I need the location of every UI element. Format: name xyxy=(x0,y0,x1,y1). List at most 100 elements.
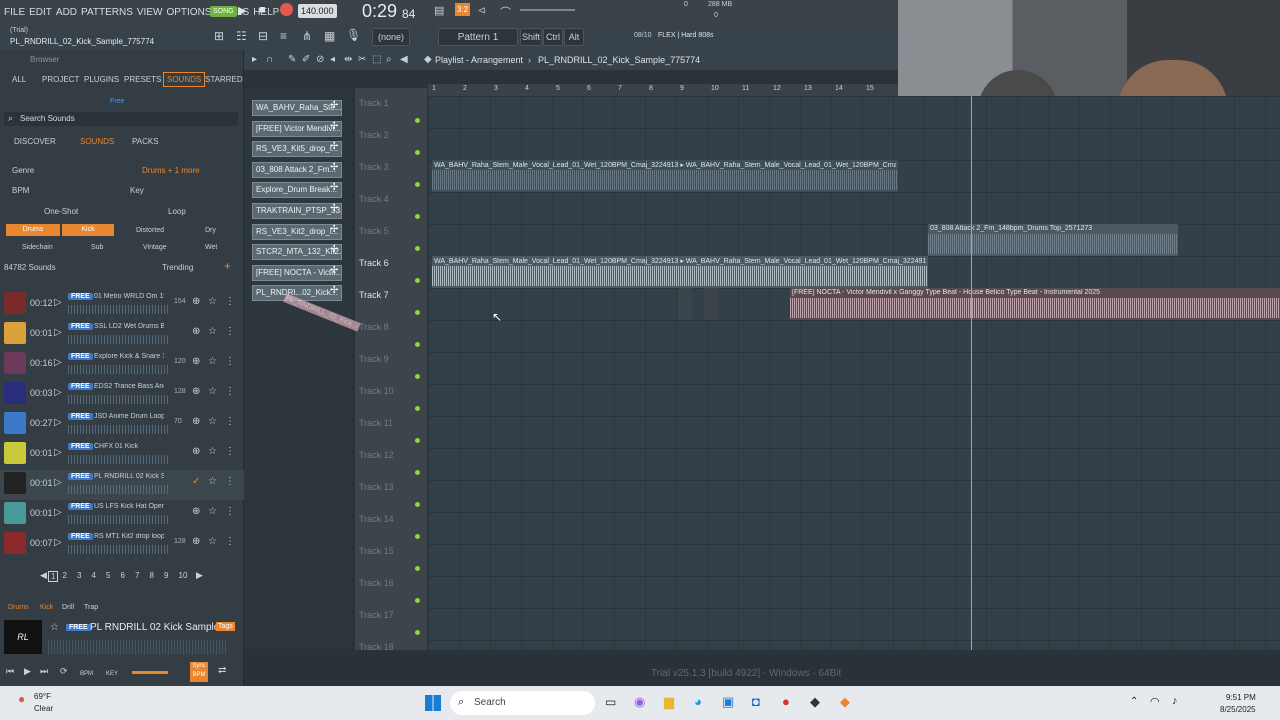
page-number[interactable]: 9 xyxy=(164,571,168,580)
sound-row[interactable]: 00:03▷ FREEEDS2 Trance Bass And Ki... 128 ⊕… xyxy=(0,380,244,410)
channel-rack-icon[interactable]: ☷ xyxy=(236,29,247,43)
track-name[interactable]: Track 2 xyxy=(359,130,389,140)
page-prev-icon[interactable]: ◀ xyxy=(40,570,47,581)
play-icon[interactable]: ▷ xyxy=(54,297,62,308)
star-icon[interactable]: ☆ xyxy=(208,446,217,457)
start-icon[interactable] xyxy=(425,695,441,711)
track-name[interactable]: Track 10 xyxy=(359,386,394,396)
menu-add[interactable]: ADD xyxy=(56,7,77,18)
metronome-icon[interactable]: ▤ xyxy=(434,4,444,17)
mixer-icon[interactable]: ≡ xyxy=(280,29,287,43)
star-icon[interactable]: ☆ xyxy=(208,326,217,337)
add-icon[interactable]: ⊕ xyxy=(192,296,200,307)
track-name[interactable]: Track 18 xyxy=(359,642,394,652)
chip-distorted[interactable]: Distorted xyxy=(136,227,164,234)
edge-icon[interactable]: ◕ xyxy=(694,694,702,709)
track-name[interactable]: Track 3 xyxy=(359,162,389,172)
filter-bpm[interactable]: BPM xyxy=(12,186,29,195)
subtab-packs[interactable]: PACKS xyxy=(132,137,159,146)
delete-icon[interactable]: ⊘ xyxy=(316,54,324,65)
page-number[interactable]: 5 xyxy=(106,571,110,580)
chip-kick[interactable]: Kick xyxy=(62,224,114,236)
playback-icon[interactable]: ◀ xyxy=(400,54,408,65)
track-name[interactable]: Track 15 xyxy=(359,546,394,556)
sort-trending[interactable]: Trending xyxy=(162,263,193,272)
add-icon[interactable]: ⊕ xyxy=(192,536,200,547)
picker-item[interactable]: RS_VE3_Kit2_drop_l... xyxy=(252,223,342,240)
drag-handle-icon[interactable]: ✢ xyxy=(330,285,338,296)
page-number[interactable]: 1 xyxy=(48,571,59,582)
slip-icon[interactable]: ⇹ xyxy=(344,54,352,65)
browser-tab-presets[interactable]: PRESETS xyxy=(124,75,161,84)
drag-handle-icon[interactable]: ✢ xyxy=(330,244,338,255)
clip-vocal-track6[interactable]: WA_BAHV_Raha_Stem_Male_Vocal_Lead_01_Wet… xyxy=(432,256,928,288)
add-icon[interactable]: ⊕ xyxy=(192,326,200,337)
play-icon[interactable]: ▷ xyxy=(54,447,62,458)
track-enable-led[interactable] xyxy=(415,150,420,155)
wait-icon[interactable]: ⏿ xyxy=(478,4,486,17)
alt-key[interactable]: Alt xyxy=(564,28,584,46)
track-name[interactable]: Track 9 xyxy=(359,354,389,364)
chip-sidechain[interactable]: Sidechain xyxy=(22,244,53,251)
snap-select[interactable]: (none) xyxy=(372,28,410,46)
add-icon[interactable]: + xyxy=(224,259,231,273)
mute-icon[interactable]: ◂ xyxy=(330,54,335,65)
star-icon[interactable]: ☆ xyxy=(208,506,217,517)
page-number[interactable]: 6 xyxy=(121,571,125,580)
piano-roll-icon[interactable]: ⊟ xyxy=(258,29,268,43)
wifi-icon[interactable]: ◠ xyxy=(1150,695,1160,708)
track-enable-led[interactable] xyxy=(415,278,420,283)
shift-key[interactable]: Shift xyxy=(520,28,542,46)
subtab-sounds[interactable]: SOUNDS xyxy=(80,137,114,146)
time-display[interactable]: 0:29 xyxy=(362,1,397,22)
star-icon[interactable]: ☆ xyxy=(208,476,217,487)
track-name[interactable]: Track 4 xyxy=(359,194,389,204)
more-icon[interactable]: ⋮ xyxy=(225,386,235,397)
ctrl-key[interactable]: Ctrl xyxy=(543,28,563,46)
play-icon[interactable]: ▷ xyxy=(54,537,62,548)
track-enable-led[interactable] xyxy=(415,118,420,123)
chip-dry[interactable]: Dry xyxy=(205,227,216,234)
filter-loop[interactable]: Loop xyxy=(168,207,186,216)
page-next-icon[interactable]: ▶ xyxy=(196,570,203,581)
playlist-icon[interactable]: ⊞ xyxy=(214,29,224,43)
track-enable-led[interactable] xyxy=(415,310,420,315)
track-name[interactable]: Track 16 xyxy=(359,578,394,588)
browser-tab-starred[interactable]: STARRED xyxy=(205,75,243,84)
drag-handle-icon[interactable]: ✢ xyxy=(330,100,338,111)
arrangement-icon[interactable]: ◆ xyxy=(424,54,432,65)
playhead[interactable] xyxy=(971,96,972,650)
zoom-icon[interactable]: ⌕ xyxy=(386,54,392,65)
picker-item[interactable]: [FREE] Victor Mendivi... xyxy=(252,120,342,137)
mic-icon[interactable]: 🎙 xyxy=(346,28,361,42)
preview-tags-button[interactable]: Tags xyxy=(216,622,235,631)
task-view-icon[interactable]: ▭ xyxy=(605,695,616,709)
track-enable-led[interactable] xyxy=(415,374,420,379)
page-number[interactable]: 3 xyxy=(77,571,81,580)
menu-view[interactable]: VIEW xyxy=(137,7,163,18)
play-icon[interactable]: ▷ xyxy=(54,327,62,338)
page-number[interactable]: 10 xyxy=(179,571,188,580)
track-name[interactable]: Track 11 xyxy=(359,418,393,428)
add-icon[interactable]: ⊕ xyxy=(192,356,200,367)
app-icon[interactable]: ● xyxy=(782,694,790,709)
clip-vocal-track3[interactable]: WA_BAHV_Raha_Stem_Male_Vocal_Lead_01_Wet… xyxy=(432,160,898,192)
track-name[interactable]: Track 14 xyxy=(359,514,394,524)
outlook-icon[interactable]: ◘ xyxy=(752,694,760,709)
track-name[interactable]: Track 5 xyxy=(359,226,389,236)
star-icon[interactable]: ☆ xyxy=(208,416,217,427)
sound-row[interactable]: 00:01▷ FREESSL LD2 Wet Drums Bass... ⊕ ☆ ⋮ xyxy=(0,320,244,350)
blend-icon[interactable]: ⌒ xyxy=(500,4,511,20)
preview-play-icon[interactable]: ▶ xyxy=(24,666,31,677)
time-signature[interactable]: 3:2 xyxy=(455,3,471,16)
clock-date[interactable]: 8/25/2025 xyxy=(1220,705,1256,714)
page-number[interactable]: 2 xyxy=(63,571,67,580)
sound-row[interactable]: 00:01 ▷ FREE CHFX 01 Kick ⊕ ☆ ⋮ xyxy=(0,440,244,470)
track-enable-led[interactable] xyxy=(415,630,420,635)
drag-handle-icon[interactable]: ✢ xyxy=(330,121,338,132)
track-enable-led[interactable] xyxy=(415,502,420,507)
play-icon[interactable]: ▶ xyxy=(238,4,246,17)
stop-icon[interactable]: ■ xyxy=(259,4,266,16)
tag-drums[interactable]: Drums xyxy=(8,604,29,611)
loop-icon[interactable]: ⟳ xyxy=(60,666,68,677)
